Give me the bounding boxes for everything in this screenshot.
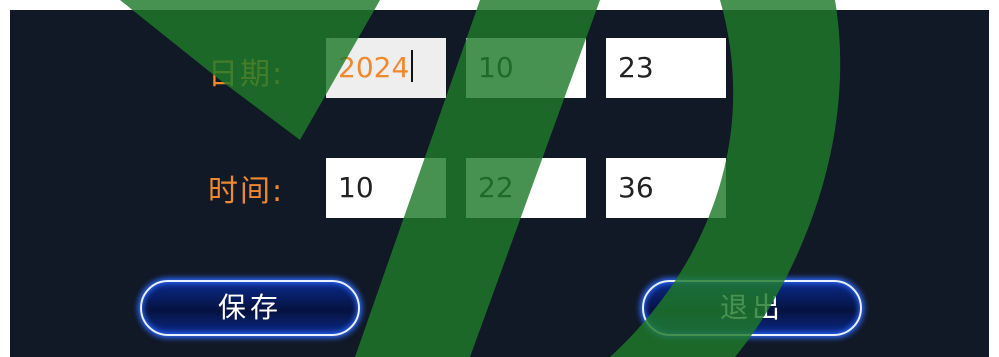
date-label: 日期: bbox=[208, 57, 285, 92]
hour-input[interactable]: 10 bbox=[326, 158, 446, 218]
month-input[interactable]: 10 bbox=[466, 38, 586, 98]
exit-button[interactable]: 退出 bbox=[642, 280, 862, 336]
date-time-settings-screen: 日期: 2024 10 23 时间: 10 22 36 保存 退出 bbox=[0, 0, 999, 357]
year-value: 2024 bbox=[338, 51, 410, 84]
year-input[interactable]: 2024 bbox=[326, 38, 446, 98]
text-caret bbox=[411, 50, 414, 82]
second-input[interactable]: 36 bbox=[606, 158, 726, 218]
minute-input[interactable]: 22 bbox=[466, 158, 586, 218]
time-label: 时间: bbox=[208, 174, 285, 209]
day-input[interactable]: 23 bbox=[606, 38, 726, 98]
save-button[interactable]: 保存 bbox=[140, 280, 360, 336]
